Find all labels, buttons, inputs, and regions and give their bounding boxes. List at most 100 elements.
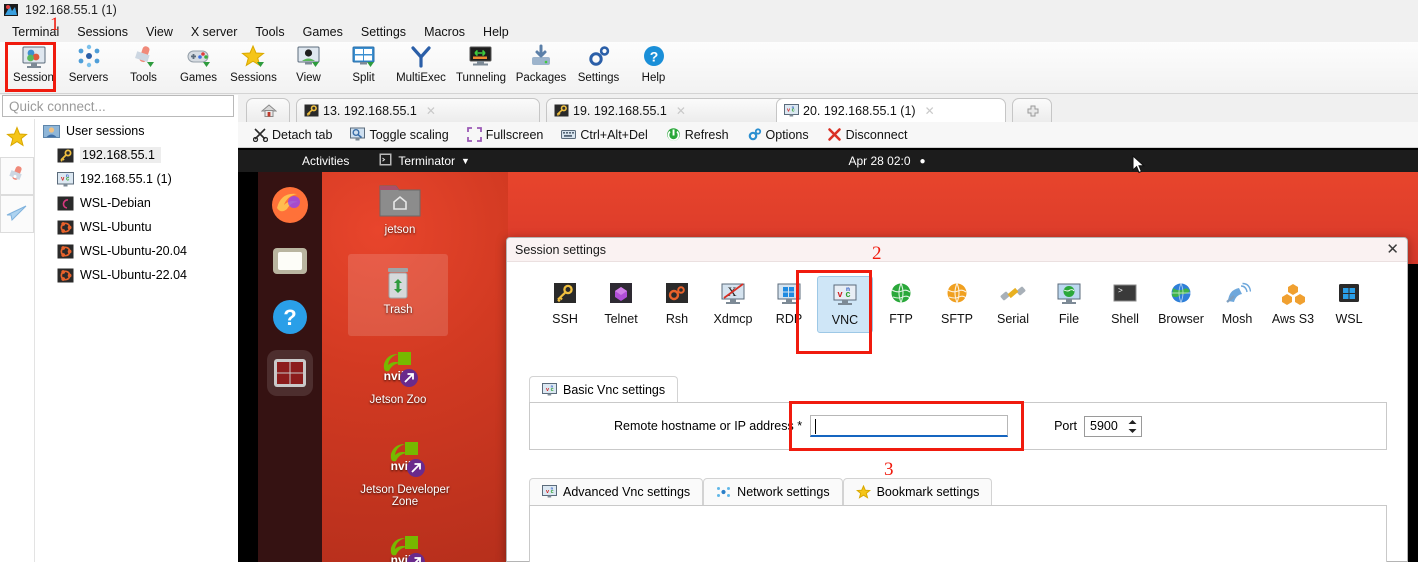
menu-item-settings[interactable]: Settings [352,23,415,41]
sidebar-button-tools[interactable] [0,157,34,195]
toolbar-button-fullscreen[interactable]: Fullscreen [458,127,553,142]
gnome-clock[interactable]: Apr 28 02:0 ● [848,154,925,168]
protocol-xdmcp[interactable]: X Xdmcp [705,276,761,331]
terminator-icon[interactable] [267,350,313,396]
ribbon-button-settings[interactable]: Settings [571,42,626,94]
tab-bookmark-settings[interactable]: Bookmark settings [842,478,993,505]
tree-item-session-1[interactable]: v c n 192.168.55.1 (1) [35,167,234,191]
protocol-sftp[interactable]: SFTP [929,276,985,331]
ribbon-button-packages[interactable]: Packages [511,42,571,94]
sidebar-button-favorites[interactable] [0,119,34,157]
desktop-icon-nvidia-jetson[interactable]: nvil NVIDIA Jetson [358,534,452,562]
ribbon-button-tunneling[interactable]: Tunneling [451,42,511,94]
servers-icon [76,44,102,70]
ribbon-button-multiexec[interactable]: MultiExec [391,42,451,94]
tunneling-icon [468,44,494,70]
ribbon-button-servers[interactable]: Servers [61,42,116,94]
tree-root-label: User sessions [66,124,145,138]
ribbon-button-view[interactable]: View [281,42,336,94]
menu-item-sessions[interactable]: Sessions [68,23,137,41]
menu-item-help[interactable]: Help [474,23,518,41]
protocol-file[interactable]: File [1041,276,1097,331]
protocol-aws-s3[interactable]: Aws S3 [1265,276,1321,331]
quick-connect-input[interactable]: Quick connect... [2,95,234,117]
port-spinner[interactable] [1127,418,1138,435]
menu-item-games[interactable]: Games [294,23,352,41]
tab-new[interactable] [1012,98,1052,122]
tab-session-0[interactable]: 13. 192.168.55.1 ✕ [296,98,540,122]
tree-item-session-3[interactable]: WSL-Ubuntu [35,215,234,239]
ubuntu-icon [57,220,74,235]
tree-root-user-sessions[interactable]: User sessions [35,119,234,143]
protocol-rdp[interactable]: RDP [761,276,817,331]
ribbon-label-servers: Servers [68,72,109,84]
ribbon-button-session[interactable]: Session [6,42,61,94]
protocol-ssh[interactable]: SSH [537,276,593,331]
tab-label-2: 20. 192.168.55.1 (1) [803,103,916,118]
tab-label-basic-vnc: Basic Vnc settings [563,383,666,397]
toolbar-button-options[interactable]: Options [738,127,818,142]
remote-host-value [811,419,817,433]
paper-plane-icon [6,203,28,226]
toolbar-button-ctrl-alt-del[interactable]: Ctrl+Alt+Del [552,127,656,142]
tab-close-icon[interactable]: ✕ [925,104,935,118]
tab-network-settings[interactable]: Network settings [703,478,843,505]
files-icon[interactable] [267,238,313,284]
tab-advanced-vnc-settings[interactable]: v c n Advanced Vnc settings [529,478,704,505]
lower-settings-panel [529,505,1387,562]
sidebar-button-send[interactable] [0,195,34,233]
tree-item-session-2[interactable]: WSL-Debian [35,191,234,215]
tree-item-session-4[interactable]: WSL-Ubuntu-20.04 [35,239,234,263]
protocol-rsh[interactable]: Rsh [649,276,705,331]
ftp-globe-icon [887,282,915,308]
app-menu-terminator[interactable]: Terminator ▼ [379,153,470,169]
remote-host-field[interactable] [810,415,1009,437]
ribbon-button-sessions[interactable]: Sessions [226,42,281,94]
toggle-scaling-monitor-icon [350,127,366,142]
menu-item-macros[interactable]: Macros [415,23,474,41]
desktop-icon-jetson-dev-zone[interactable]: nvil Jetson Developer Zone [358,440,452,508]
toolbar-button-detach-tab[interactable]: Detach tab [244,127,341,143]
protocol-wsl[interactable]: WSL [1321,276,1377,331]
svg-text:n: n [846,286,850,293]
ssh-key-icon [304,104,319,117]
protocol-vnc[interactable]: v c n VNC [817,276,873,333]
help-icon[interactable]: ? [267,294,313,340]
tree-item-session-0[interactable]: 192.168.55.1 [35,143,234,167]
tab-basic-vnc-settings[interactable]: v c n Basic Vnc settings [529,376,679,403]
close-icon[interactable]: ✕ [1386,242,1399,257]
tab-session-1[interactable]: 19. 192.168.55.1 ✕ [546,98,790,122]
tab-session-2[interactable]: v c n 20. 192.168.55.1 (1) ✕ [776,98,1006,122]
ribbon-button-games[interactable]: Games [171,42,226,94]
tab-close-icon[interactable]: ✕ [426,104,436,118]
protocol-telnet[interactable]: Telnet [593,276,649,331]
gnome-desktop-area[interactable]: jetson Trash nvil Jetson Zoo nvil Jetson… [322,172,508,562]
desktop-icon-jetson-zoo[interactable]: nvil Jetson Zoo [358,350,438,406]
tab-home[interactable] [246,98,290,122]
ribbon-button-help[interactable]: ? Help [626,42,681,94]
firefox-icon[interactable] [267,182,313,228]
toolbar-button-toggle-scaling[interactable]: Toggle scaling [341,127,457,142]
protocol-browser[interactable]: Browser [1153,276,1209,331]
desktop-icon-trash[interactable]: Trash [358,260,438,316]
tree-item-session-5[interactable]: WSL-Ubuntu-22.04 [35,263,234,287]
protocol-mosh[interactable]: Mosh [1209,276,1265,331]
dialog-title: Session settings [515,242,607,257]
ribbon-label-tunneling: Tunneling [455,72,507,84]
protocol-shell[interactable]: > Shell [1097,276,1153,331]
ribbon-label-settings: Settings [577,72,620,84]
menu-item-tools[interactable]: Tools [246,23,293,41]
port-input[interactable]: 5900 [1084,415,1142,437]
ribbon-button-tools[interactable]: Tools [116,42,171,94]
ribbon-button-split[interactable]: Split [336,42,391,94]
toolbar-button-refresh[interactable]: Refresh [657,127,738,142]
protocol-serial[interactable]: Serial [985,276,1041,331]
toolbar-button-disconnect[interactable]: Disconnect [818,127,917,142]
ribbon-label-tools: Tools [130,72,157,84]
protocol-ftp[interactable]: FTP [873,276,929,331]
tab-close-icon[interactable]: ✕ [676,104,686,118]
menu-item-x-server[interactable]: X server [182,23,247,41]
activities-button[interactable]: Activities [302,154,349,168]
menu-item-view[interactable]: View [137,23,182,41]
desktop-icon-jetson[interactable]: jetson [360,180,440,236]
